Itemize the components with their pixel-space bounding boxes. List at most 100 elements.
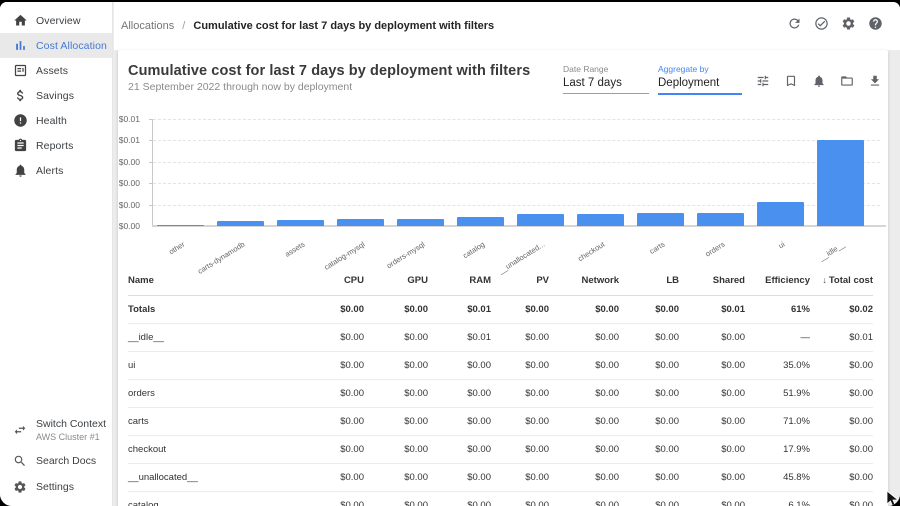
- row-value-cell: $0.00: [810, 435, 873, 463]
- chart-bar-unallocated[interactable]: [517, 214, 564, 226]
- column-header-lb[interactable]: LB: [619, 266, 679, 295]
- help-icon: [868, 16, 883, 36]
- chart-bar-other[interactable]: [157, 225, 204, 226]
- folder-button[interactable]: [838, 74, 856, 92]
- sidebar-item-savings[interactable]: Savings: [0, 83, 112, 108]
- table-row-orders[interactable]: orders$0.00$0.00$0.00$0.00$0.00$0.00$0.0…: [128, 379, 873, 407]
- column-header-shared[interactable]: Shared: [679, 266, 745, 295]
- row-value-cell: $0.01: [810, 323, 873, 351]
- arrow-down-icon: ↓: [822, 275, 827, 285]
- row-value-cell: $0.00: [428, 435, 491, 463]
- column-header-network[interactable]: Network: [549, 266, 619, 295]
- download-button[interactable]: [866, 74, 884, 92]
- breadcrumb-current-page: Cumulative cost for last 7 days by deplo…: [193, 20, 494, 32]
- chart-bar-carts[interactable]: [637, 213, 684, 226]
- row-value-cell: $0.00: [810, 463, 873, 491]
- sidebar-item-cost-allocation[interactable]: Cost Allocation: [0, 33, 112, 58]
- refresh-button[interactable]: [785, 17, 803, 35]
- row-value-cell: $0.00: [679, 351, 745, 379]
- footer-item-label: Search Docs: [36, 455, 96, 467]
- chart-bar-orders[interactable]: [697, 213, 744, 226]
- row-value-cell: $0.01: [679, 295, 745, 323]
- sidebar-footer: Switch ContextAWS Cluster #1 Search Docs S…: [0, 412, 112, 500]
- assets-icon: [13, 63, 28, 78]
- gear-icon: [841, 16, 856, 36]
- chart-bar-assets[interactable]: [277, 220, 324, 226]
- table-row-checkout[interactable]: checkout$0.00$0.00$0.00$0.00$0.00$0.00$0…: [128, 435, 873, 463]
- row-value-cell: 51.9%: [745, 379, 810, 407]
- sidebar-item-label: Cost Allocation: [36, 40, 107, 52]
- table-row-totals[interactable]: Totals$0.00$0.00$0.01$0.00$0.00$0.00$0.0…: [128, 295, 873, 323]
- aggregate-by-select[interactable]: Aggregate by Deployment: [658, 64, 742, 95]
- topbar-actions: [785, 17, 884, 35]
- row-value-cell: $0.00: [549, 463, 619, 491]
- sidebar-footer-search-docs[interactable]: Search Docs: [0, 448, 112, 474]
- column-header-pv[interactable]: PV: [491, 266, 549, 295]
- row-value-cell: $0.00: [679, 379, 745, 407]
- check-circle-icon: [814, 16, 829, 36]
- sidebar-item-alerts[interactable]: Alerts: [0, 158, 112, 183]
- breadcrumb-allocations[interactable]: Allocations: [121, 20, 174, 32]
- sidebar-item-assets[interactable]: Assets: [0, 58, 112, 83]
- bookmark-button[interactable]: [782, 74, 800, 92]
- bell-button[interactable]: [810, 74, 828, 92]
- row-value-cell: $0.00: [549, 351, 619, 379]
- sidebar-item-reports[interactable]: Reports: [0, 133, 112, 158]
- row-value-cell: $0.00: [364, 323, 428, 351]
- chart-bar-carts-dynamodb[interactable]: [217, 221, 264, 226]
- row-value-cell: $0.00: [298, 463, 364, 491]
- table-header-row: NameCPUGPURAMPVNetworkLBSharedEfficiency…: [128, 266, 873, 295]
- table-row-unallocated[interactable]: __unallocated__$0.00$0.00$0.00$0.00$0.00…: [128, 463, 873, 491]
- chart-bar-orders-mysql[interactable]: [397, 219, 444, 226]
- search-icon: [13, 454, 27, 468]
- row-value-cell: $0.00: [491, 463, 549, 491]
- sidebar: Overview Cost Allocation AssetsSavingsHeal…: [0, 2, 113, 506]
- row-value-cell: $0.00: [549, 407, 619, 435]
- chart-y-tick: [149, 119, 153, 120]
- sidebar-item-overview[interactable]: Overview: [0, 8, 112, 33]
- date-range-value[interactable]: Last 7 days: [563, 77, 649, 94]
- row-value-cell: 17.9%: [745, 435, 810, 463]
- column-header-ram[interactable]: RAM: [428, 266, 491, 295]
- column-header-gpu[interactable]: GPU: [364, 266, 428, 295]
- bookmark-icon: [784, 74, 798, 93]
- help-button[interactable]: [866, 17, 884, 35]
- row-value-cell: $0.00: [549, 379, 619, 407]
- sidebar-footer-switch-context[interactable]: Switch ContextAWS Cluster #1: [0, 412, 112, 448]
- row-value-cell: $0.00: [810, 351, 873, 379]
- row-value-cell: $0.00: [491, 323, 549, 351]
- row-value-cell: $0.00: [298, 379, 364, 407]
- row-value-cell: $0.00: [364, 491, 428, 506]
- column-header-name[interactable]: Name: [128, 266, 298, 295]
- page-title: Cumulative cost for last 7 days by deplo…: [128, 63, 530, 79]
- column-header-efficiency[interactable]: Efficiency: [745, 266, 810, 295]
- column-header-cpu[interactable]: CPU: [298, 266, 364, 295]
- chart-bar-ui[interactable]: [757, 202, 804, 226]
- table-row-carts[interactable]: carts$0.00$0.00$0.00$0.00$0.00$0.00$0.00…: [128, 407, 873, 435]
- sidebar-footer-settings[interactable]: Settings: [0, 474, 112, 500]
- chart-bar-catalog-mysql[interactable]: [337, 219, 384, 226]
- date-range-select[interactable]: Date Range Last 7 days: [563, 64, 649, 94]
- row-value-cell: 35.0%: [745, 351, 810, 379]
- check-circle-button[interactable]: [812, 17, 830, 35]
- page-subtitle: 21 September 2022 through now by deploym…: [128, 81, 352, 93]
- row-value-cell: $0.00: [491, 379, 549, 407]
- chart-bar-checkout[interactable]: [577, 214, 624, 226]
- aggregate-by-value[interactable]: Deployment: [658, 77, 742, 95]
- table-row-catalog[interactable]: catalog$0.00$0.00$0.00$0.00$0.00$0.00$0.…: [128, 491, 873, 506]
- table-row-ui[interactable]: ui$0.00$0.00$0.00$0.00$0.00$0.00$0.0035.…: [128, 351, 873, 379]
- date-range-label: Date Range: [563, 64, 649, 74]
- table-row-idle[interactable]: __idle__$0.00$0.00$0.01$0.00$0.00$0.00$0…: [128, 323, 873, 351]
- sidebar-item-health[interactable]: Health: [0, 108, 112, 133]
- chart-bar-idle[interactable]: [817, 140, 864, 226]
- row-value-cell: $0.00: [619, 463, 679, 491]
- footer-item-sublabel: AWS Cluster #1: [36, 432, 106, 442]
- chart-bar-catalog[interactable]: [457, 217, 504, 226]
- column-header-total-cost[interactable]: ↓Total cost: [810, 266, 873, 295]
- gear-button[interactable]: [839, 17, 857, 35]
- row-value-cell: $0.00: [679, 463, 745, 491]
- bell-icon: [13, 163, 28, 178]
- filters-button[interactable]: [754, 74, 772, 92]
- row-value-cell: $0.00: [679, 491, 745, 506]
- home-icon: [13, 13, 28, 28]
